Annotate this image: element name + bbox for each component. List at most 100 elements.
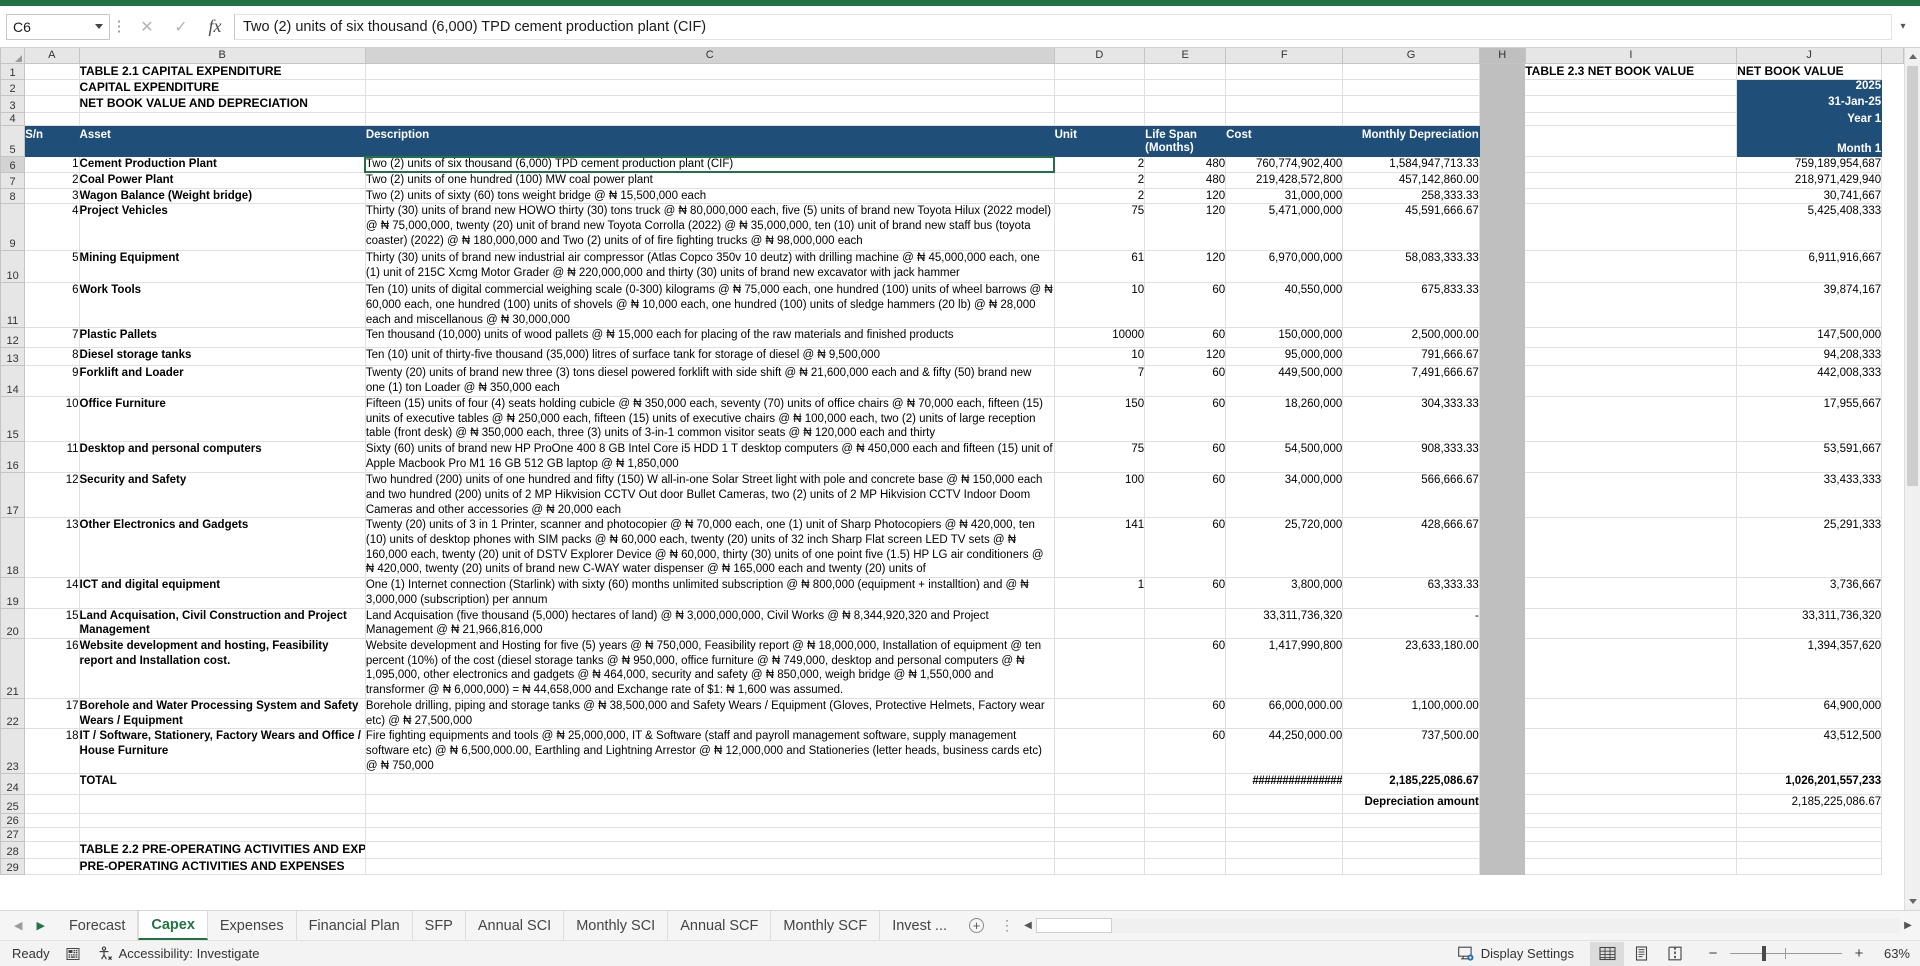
cell-C4[interactable] — [365, 112, 1055, 126]
row-header-24[interactable]: 24 — [0, 773, 26, 796]
cell-C27[interactable] — [365, 827, 1055, 843]
row-header-16[interactable]: 16 — [0, 441, 26, 474]
cell-E17-lifespan[interactable]: 60 — [1144, 472, 1227, 519]
zoom-out-icon[interactable]: − — [1702, 945, 1724, 962]
cell-B21-asset[interactable]: Website development and hosting, Feasibi… — [79, 638, 366, 699]
cell-E10-lifespan[interactable]: 120 — [1144, 250, 1227, 284]
zoom-in-icon[interactable]: + — [1848, 945, 1870, 962]
cell-C15-description[interactable]: Fifteen (15) units of four (4) seats hol… — [365, 396, 1055, 443]
cell-A19-sn[interactable]: 14 — [24, 577, 80, 609]
cell-F1[interactable] — [1225, 63, 1344, 80]
cell-F2[interactable] — [1225, 79, 1344, 97]
cell-I1[interactable]: TABLE 2.3 NET BOOK VALUE — [1525, 63, 1738, 80]
cell-J21-nbv[interactable]: 1,394,357,620 — [1736, 638, 1883, 699]
zoom-slider-track[interactable] — [1730, 946, 1842, 961]
cell-I3[interactable] — [1525, 95, 1738, 113]
cell-A28[interactable] — [24, 841, 80, 859]
cell-E26[interactable] — [1144, 813, 1227, 829]
cell-J8-nbv[interactable]: 30,741,667 — [1736, 188, 1883, 205]
cell-I12[interactable] — [1525, 327, 1738, 349]
cell-B1[interactable]: TABLE 2.1 CAPITAL EXPENDITURE — [79, 62, 366, 80]
cell-I2[interactable] — [1525, 79, 1738, 97]
cell-F18-cost[interactable]: 25,720,000 — [1225, 517, 1344, 579]
cell-C28[interactable] — [365, 841, 1055, 859]
vertical-scrollbar[interactable] — [1904, 48, 1920, 910]
cell-I15[interactable] — [1525, 396, 1738, 443]
cell-I11[interactable] — [1525, 282, 1738, 329]
cell-I5[interactable] — [1525, 125, 1738, 158]
cell-J4-year-label[interactable]: Year 1 — [1736, 112, 1883, 126]
cell-A25[interactable] — [24, 794, 80, 815]
record-macro-button[interactable] — [66, 947, 81, 961]
cell-E27[interactable] — [1144, 827, 1227, 843]
cell-C7-description[interactable]: Two (2) units of one hundred (100) MW co… — [365, 172, 1055, 189]
column-header-F[interactable]: F — [1225, 48, 1344, 64]
page-layout-view-button[interactable] — [1624, 942, 1658, 966]
cell-C18-description[interactable]: Twenty (20) units of 3 in 1 Printer, sca… — [365, 517, 1055, 579]
chevron-right-icon[interactable]: ▶ — [36, 919, 44, 932]
cell-J11-nbv[interactable]: 39,874,167 — [1736, 282, 1883, 329]
row-header-15[interactable]: 15 — [0, 395, 26, 443]
column-header-A[interactable]: A — [24, 48, 80, 64]
sheet-tab-monthly-scf[interactable]: Monthly SCF — [771, 911, 881, 940]
cell-C21-description[interactable]: Website development and Hosting for five… — [365, 638, 1055, 699]
cell-C2[interactable] — [365, 79, 1055, 97]
cell-F15-cost[interactable]: 18,260,000 — [1225, 396, 1344, 443]
row-header-12[interactable]: 12 — [0, 327, 26, 349]
cell-J26[interactable] — [1736, 813, 1883, 829]
horizontal-scrollbar[interactable]: ◀ ▶ — [1020, 911, 1920, 940]
cell-E20-lifespan[interactable] — [1144, 608, 1227, 639]
cell-A13-sn[interactable]: 8 — [24, 347, 80, 367]
cell-F14-cost[interactable]: 449,500,000 — [1225, 365, 1344, 397]
sheet-tab-annual-scf[interactable]: Annual SCF — [668, 911, 772, 940]
cell-E25[interactable] — [1144, 794, 1227, 815]
cell-C16-description[interactable]: Sixty (60) units of brand new HP ProOne … — [365, 441, 1055, 474]
row-header-1[interactable]: 1 — [0, 62, 26, 80]
cell-D11-unit[interactable]: 10 — [1054, 282, 1146, 329]
cell-B19-asset[interactable]: ICT and digital equipment — [79, 577, 366, 609]
cell-C14-description[interactable]: Twenty (20) units of brand new three (3)… — [365, 365, 1055, 397]
row-header-10[interactable]: 10 — [0, 250, 26, 284]
cell-B4[interactable] — [79, 112, 366, 126]
cell-B22-asset[interactable]: Borehole and Water Processing System and… — [79, 698, 366, 730]
cell-I9[interactable] — [1525, 203, 1738, 252]
cell-E4[interactable] — [1144, 112, 1227, 126]
cell-B7-asset[interactable]: Coal Power Plant — [79, 172, 366, 189]
cell-F29[interactable] — [1225, 858, 1344, 876]
cell-B28-table22-title[interactable]: TABLE 2.2 PRE-OPERATING ACTIVITIES AND E… — [79, 841, 366, 859]
spreadsheet-grid[interactable]: A B C D E F G H I J 1 TABLE 2.1 CAPITAL … — [0, 48, 1920, 910]
cell-J6-nbv[interactable]: 759,189,954,687 — [1736, 156, 1883, 173]
cell-F4[interactable] — [1225, 112, 1344, 126]
cell-F24-total-cost[interactable]: ############### — [1225, 773, 1344, 796]
normal-view-button[interactable] — [1590, 941, 1624, 966]
cell-A4[interactable] — [24, 112, 80, 126]
cell-B2[interactable]: CAPITAL EXPENDITURE — [79, 79, 366, 97]
cell-G29[interactable] — [1342, 858, 1480, 876]
cell-F21-cost[interactable]: 1,417,990,800 — [1225, 638, 1344, 699]
cell-J27[interactable] — [1736, 827, 1883, 843]
cell-C25[interactable] — [365, 794, 1055, 815]
header-cell-description[interactable]: Description — [365, 125, 1055, 158]
row-header-22[interactable]: 22 — [0, 697, 26, 730]
cell-B9-asset[interactable]: Project Vehicles — [79, 203, 366, 252]
fx-icon[interactable]: fx — [198, 14, 232, 40]
cell-G11-depreciation[interactable]: 675,833.33 — [1342, 282, 1480, 329]
cell-F27[interactable] — [1225, 827, 1344, 843]
cell-G16-depreciation[interactable]: 908,333.33 — [1342, 441, 1480, 474]
sheet-more-icon[interactable]: ⋮ — [994, 911, 1020, 940]
sheet-tab-sfp[interactable]: SFP — [413, 911, 466, 940]
cell-D25[interactable] — [1054, 794, 1146, 815]
cell-B3[interactable]: NET BOOK VALUE AND DEPRECIATION — [79, 95, 366, 113]
cell-G26[interactable] — [1342, 813, 1480, 829]
cell-E14-lifespan[interactable]: 60 — [1144, 365, 1227, 397]
cell-I10[interactable] — [1525, 250, 1738, 284]
cell-J10-nbv[interactable]: 6,911,916,667 — [1736, 250, 1883, 284]
page-break-view-button[interactable] — [1658, 942, 1692, 966]
cell-B12-asset[interactable]: Plastic Pallets — [79, 327, 366, 349]
cell-I13[interactable] — [1525, 347, 1738, 367]
row-header-28[interactable]: 28 — [0, 841, 26, 859]
cell-G8-depreciation[interactable]: 258,333.33 — [1342, 188, 1480, 205]
row-header-3[interactable]: 3 — [0, 95, 26, 113]
cell-I23[interactable] — [1525, 728, 1738, 775]
chevron-down-icon-formula-expand[interactable]: ▾ — [1892, 14, 1914, 40]
